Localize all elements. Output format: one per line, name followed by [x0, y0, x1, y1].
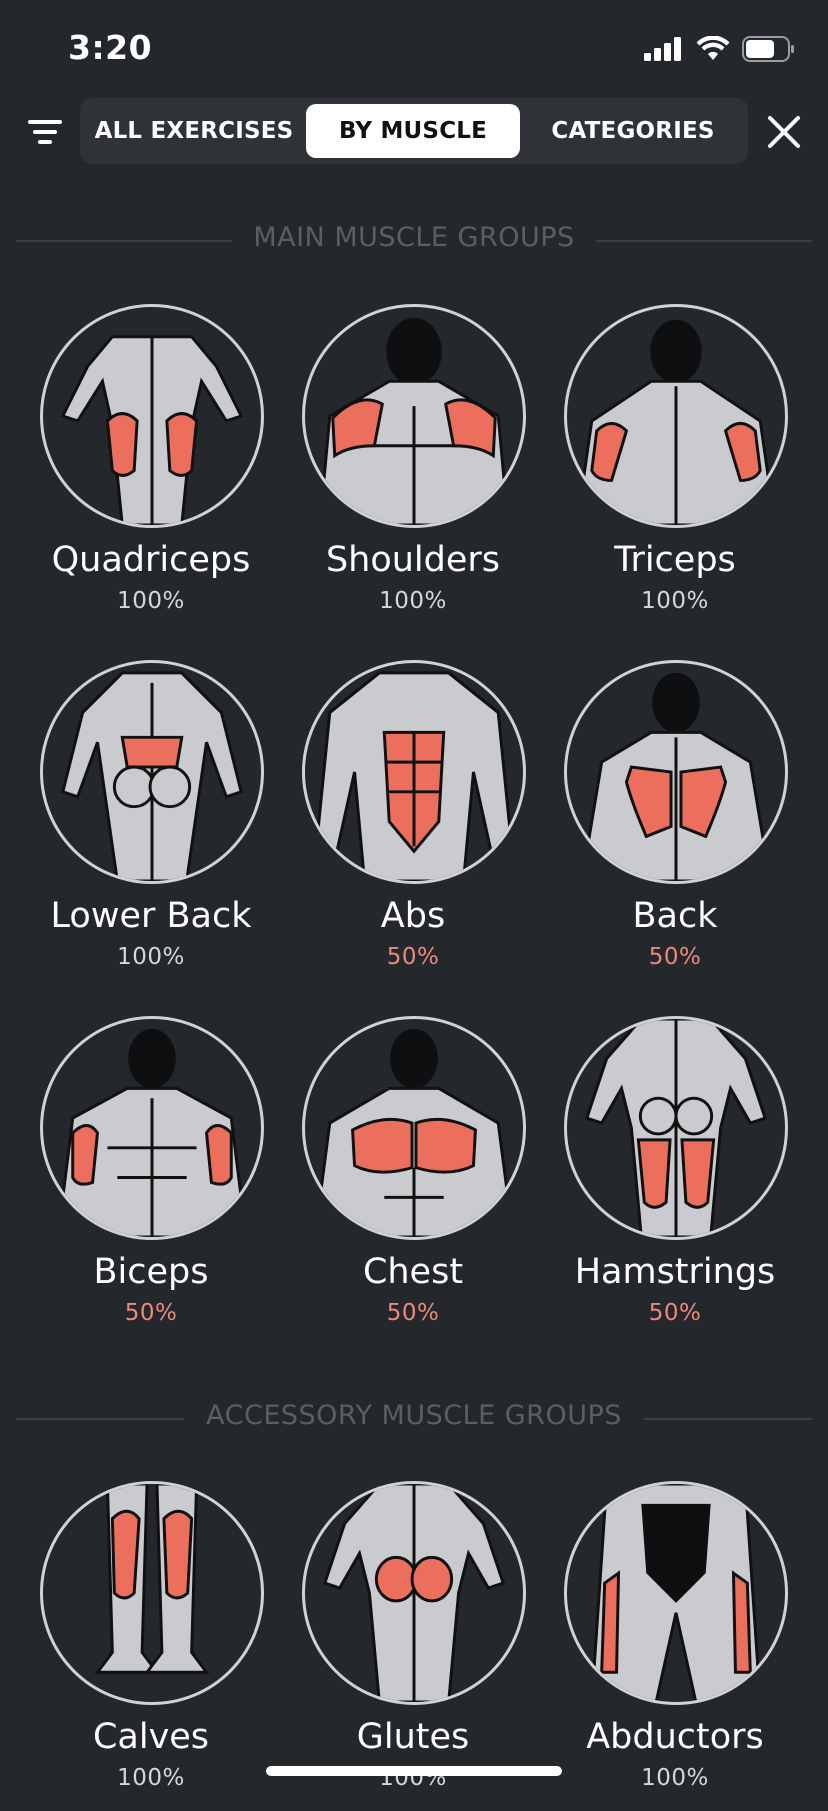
- muscle-name: Calves: [92, 1717, 210, 1757]
- muscle-name: Glutes: [356, 1717, 470, 1757]
- top-bar: ALL EXERCISES BY MUSCLE CATEGORIES: [0, 98, 828, 168]
- muscle-card-chest[interactable]: Chest 50%: [282, 1016, 542, 1346]
- tab-by-muscle[interactable]: BY MUSCLE: [306, 104, 520, 158]
- muscle-name: Lower Back: [50, 896, 252, 936]
- muscle-name: Abductors: [586, 1717, 764, 1757]
- view-segmented-control: ALL EXERCISES BY MUSCLE CATEGORIES: [80, 98, 748, 164]
- close-button[interactable]: [766, 114, 802, 150]
- hamstrings-illustration-icon: [564, 1016, 788, 1240]
- triceps-illustration-icon: [564, 304, 788, 528]
- abs-illustration-icon: [302, 660, 526, 884]
- muscle-card-shoulders[interactable]: Shoulders 100%: [282, 304, 542, 634]
- quadriceps-illustration-icon: [40, 304, 264, 528]
- muscle-percent: 100%: [641, 588, 709, 614]
- muscle-percent: 50%: [648, 944, 702, 970]
- muscle-name: Hamstrings: [574, 1252, 776, 1292]
- glutes-illustration-icon: [302, 1481, 526, 1705]
- muscle-card-back[interactable]: Back 50%: [544, 660, 804, 990]
- section-title: MAIN MUSCLE GROUPS: [253, 222, 575, 253]
- back-illustration-icon: [564, 660, 788, 884]
- muscle-name: Chest: [362, 1252, 464, 1292]
- muscle-percent: 100%: [641, 1765, 709, 1791]
- muscle-percent: 100%: [117, 1765, 185, 1791]
- close-icon: [768, 116, 800, 148]
- muscle-percent: 50%: [386, 1300, 440, 1326]
- muscle-card-triceps[interactable]: Triceps 100%: [544, 304, 804, 634]
- section-header-accessory: ACCESSORY MUSCLE GROUPS: [16, 1398, 812, 1438]
- muscle-card-calves[interactable]: Calves 100%: [20, 1481, 280, 1811]
- filter-icon: [28, 120, 62, 144]
- muscle-percent: 50%: [386, 944, 440, 970]
- tab-all-exercises[interactable]: ALL EXERCISES: [86, 104, 302, 158]
- filter-button[interactable]: [22, 112, 68, 152]
- wifi-icon: [696, 36, 730, 60]
- muscle-card-hamstrings[interactable]: Hamstrings 50%: [544, 1016, 804, 1346]
- muscle-percent: 50%: [124, 1300, 178, 1326]
- muscle-name: Back: [632, 896, 718, 936]
- lower-back-illustration-icon: [40, 660, 264, 884]
- muscle-card-glutes[interactable]: Glutes 100%: [282, 1481, 542, 1811]
- muscle-card-abductors[interactable]: Abductors 100%: [544, 1481, 804, 1811]
- status-bar: 3:20: [0, 0, 828, 100]
- tab-categories[interactable]: CATEGORIES: [524, 104, 742, 158]
- shoulders-illustration-icon: [302, 304, 526, 528]
- muscle-percent: 50%: [648, 1300, 702, 1326]
- muscle-percent: 100%: [117, 588, 185, 614]
- status-time: 3:20: [68, 28, 153, 67]
- muscle-name: Biceps: [93, 1252, 209, 1292]
- battery-icon: [742, 36, 794, 62]
- muscle-card-lower-back[interactable]: Lower Back 100%: [20, 660, 280, 990]
- muscle-name: Quadriceps: [51, 540, 251, 580]
- muscle-percent: 100%: [379, 588, 447, 614]
- status-icons: [644, 36, 796, 62]
- biceps-illustration-icon: [40, 1016, 264, 1240]
- muscle-name: Abs: [380, 896, 446, 936]
- section-title: ACCESSORY MUSCLE GROUPS: [206, 1400, 622, 1431]
- chest-illustration-icon: [302, 1016, 526, 1240]
- muscle-card-abs[interactable]: Abs 50%: [282, 660, 542, 990]
- muscle-card-biceps[interactable]: Biceps 50%: [20, 1016, 280, 1346]
- abductors-illustration-icon: [564, 1481, 788, 1705]
- home-indicator: [266, 1766, 562, 1776]
- muscle-name: Triceps: [614, 540, 736, 580]
- cellular-signal-icon: [644, 37, 681, 61]
- muscle-percent: 100%: [117, 944, 185, 970]
- section-header-main: MAIN MUSCLE GROUPS: [16, 220, 812, 260]
- calves-illustration-icon: [40, 1481, 264, 1705]
- muscle-name: Shoulders: [325, 540, 501, 580]
- muscle-card-quadriceps[interactable]: Quadriceps 100%: [20, 304, 280, 634]
